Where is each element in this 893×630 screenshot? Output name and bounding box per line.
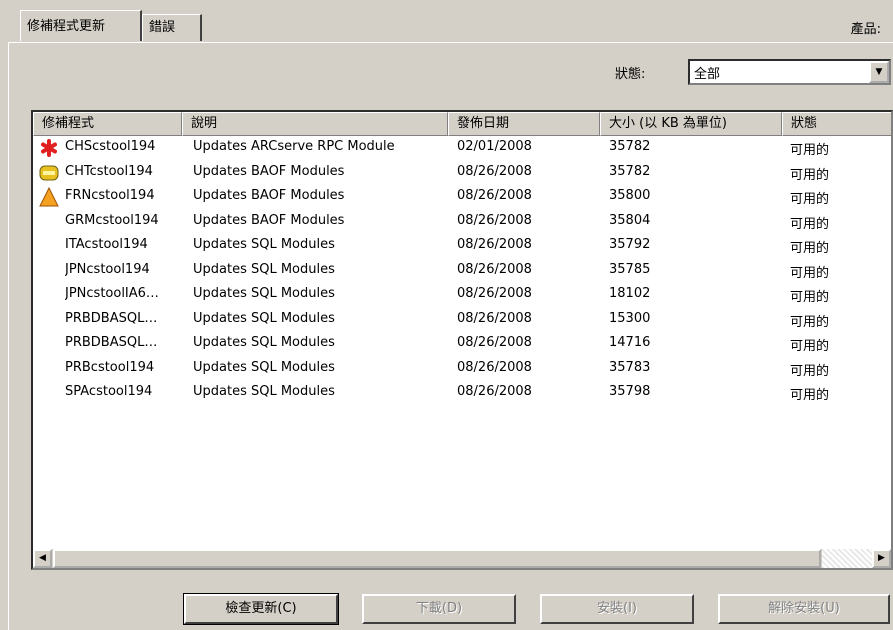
cell-size: 35800 [609,188,651,203]
scroll-track[interactable] [822,549,872,568]
cell-size: 35804 [609,212,651,228]
cell-size: 35798 [609,384,651,399]
horizontal-scrollbar[interactable]: ◀ ▶ [33,548,891,568]
cell-description: Updates SQL Modules [193,310,335,326]
tab-strip: 修補程式更新 錯誤 [20,10,893,42]
cell-release-date: 08/26/2008 [457,237,532,252]
cell-description: Updates ARCserve RPC Module [193,139,395,154]
download-button[interactable]: 下載(D) [362,594,516,624]
scroll-left-icon[interactable]: ◀ [33,549,52,568]
cell-size: 35782 [609,139,651,154]
product-label: 產品: [850,22,881,37]
cell-description: Updates SQL Modules [193,261,335,277]
cell-release-date: 08/26/2008 [457,188,532,203]
cell-patch-name: PRBcstool194 [65,359,155,375]
table-row[interactable]: SPAcstool194 Updates SQL Modules 08/26/200… [33,381,891,405]
cell-status: 可用的 [790,339,830,354]
status-filter-value: 全部 [694,67,721,82]
cell-size: 35783 [609,359,651,375]
chevron-down-icon[interactable]: ▼ [869,61,889,83]
table-row[interactable]: JPNcstoolIA6… Updates SQL Modules 08/26/20… [33,283,891,307]
cell-release-date: 08/26/2008 [457,286,532,301]
cell-description: Updates BAOF Modules [193,188,345,203]
list-header: 修補程式 說明 發佈日期 大小 (以 KB 為單位) 狀態 [33,112,891,136]
cell-size: 15300 [609,310,651,326]
cell-release-date: 02/01/2008 [457,139,532,154]
check-updates-button[interactable]: 檢查更新(C) [183,593,339,625]
table-row[interactable]: CHTcstool194 Updates BAOF Modules 08/26/20… [33,161,891,185]
cell-size: 18102 [609,286,651,301]
cell-status: 可用的 [790,216,830,232]
cell-status: 可用的 [790,167,830,183]
red-asterisk-icon [39,138,59,158]
column-header-size[interactable]: 大小 (以 KB 為單位) [600,112,782,136]
scroll-thumb[interactable] [53,549,821,568]
cell-release-date: 08/26/2008 [457,310,532,326]
cell-release-date: 08/26/2008 [457,163,532,179]
cell-patch-name: CHTcstool194 [65,163,153,179]
cell-description: Updates SQL Modules [193,359,335,375]
column-header-release-date[interactable]: 發佈日期 [448,112,600,136]
cell-patch-name: ITAcstool194 [65,237,148,252]
table-row[interactable]: GRMcstool194 Updates BAOF Modules 08/26/20… [33,210,891,234]
cell-size: 35782 [609,163,651,179]
column-header-patch[interactable]: 修補程式 [33,112,182,136]
cell-description: Updates SQL Modules [193,335,335,350]
table-row[interactable]: PRBDBASQL… Updates SQL Modules 08/26/2008 1… [33,308,891,332]
cell-status: 可用的 [790,314,830,330]
cell-patch-name: PRBDBASQL… [65,310,158,326]
patch-list[interactable]: 修補程式 說明 發佈日期 大小 (以 KB 為單位) 狀態 CHScstool1… [31,110,893,570]
cell-status: 可用的 [790,265,830,281]
cell-description: Updates SQL Modules [193,286,335,301]
warning-triangle-icon [39,186,59,207]
status-filter-combobox[interactable]: 全部 ▼ [688,59,891,85]
cell-release-date: 08/26/2008 [457,261,532,277]
tab-errors[interactable]: 錯誤 [142,14,202,41]
cell-patch-name: PRBDBASQL… [65,335,158,350]
column-header-description[interactable]: 說明 [182,112,448,136]
column-header-status[interactable]: 狀態 [782,112,891,136]
cell-patch-name: CHScstool194 [65,139,156,154]
table-row[interactable]: PRBcstool194 Updates SQL Modules 08/26/200… [33,357,891,381]
cell-status: 可用的 [790,290,830,305]
cell-size: 35785 [609,261,651,277]
cell-patch-name: SPAcstool194 [65,384,153,399]
cell-release-date: 08/26/2008 [457,212,532,228]
table-row[interactable]: PRBDBASQL… Updates SQL Modules 08/26/2008 1… [33,332,891,356]
scroll-right-icon[interactable]: ▶ [872,549,891,568]
cell-size: 35792 [609,237,651,252]
cell-release-date: 08/26/2008 [457,335,532,350]
status-filter-label: 狀態: [615,67,646,82]
table-row[interactable]: ITAcstool194 Updates SQL Modules 08/26/200… [33,234,891,258]
cell-size: 14716 [609,335,651,350]
table-row[interactable]: FRNcstool194 Updates BAOF Modules 08/26/20… [33,185,891,209]
cell-status: 可用的 [790,388,830,403]
table-row[interactable]: JPNcstool194 Updates SQL Modules 08/26/200… [33,259,891,283]
cell-status: 可用的 [790,192,830,207]
cell-release-date: 08/26/2008 [457,384,532,399]
install-button[interactable]: 安裝(I) [540,594,694,624]
table-row[interactable]: CHScstool194 Updates ARCserve RPC Module 0… [33,136,891,160]
cell-patch-name: JPNcstool194 [65,261,150,277]
cell-patch-name: GRMcstool194 [65,212,159,228]
yellow-pill-icon [39,163,59,183]
cell-patch-name: FRNcstool194 [65,188,155,203]
uninstall-button[interactable]: 解除安裝(U) [718,594,890,624]
cell-patch-name: JPNcstoolIA6… [65,286,159,301]
cell-description: Updates SQL Modules [193,384,335,399]
cell-status: 可用的 [790,241,830,256]
cell-status: 可用的 [790,363,830,379]
cell-status: 可用的 [790,143,830,158]
cell-description: Updates BAOF Modules [193,163,345,179]
cell-release-date: 08/26/2008 [457,359,532,375]
cell-description: Updates SQL Modules [193,237,335,252]
tab-patch-updates[interactable]: 修補程式更新 [20,10,142,41]
cell-description: Updates BAOF Modules [193,212,345,228]
